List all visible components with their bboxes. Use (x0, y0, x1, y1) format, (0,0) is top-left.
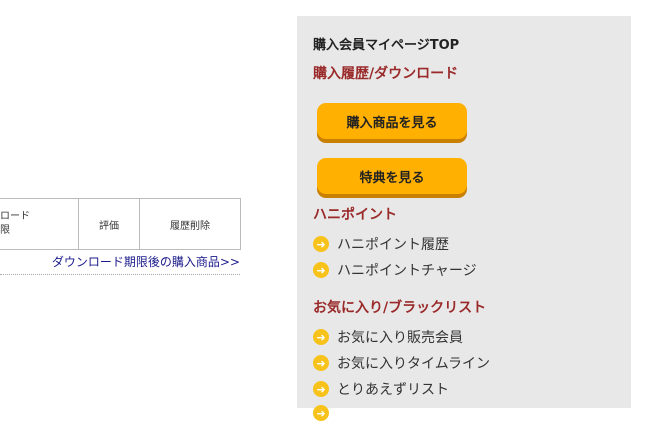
arrow-right-circle-icon: ➜ (313, 355, 329, 371)
purchase-table: ンロード 期限 評価 履歴削除 (0, 198, 241, 250)
point-history-link[interactable]: ➜ ハニポイント履歴 (313, 234, 449, 254)
favorite-timeline-label: お気に入りタイムライン (337, 356, 491, 372)
view-purchases-button[interactable]: 購入商品を見る (317, 103, 467, 139)
favorite-sellers-link[interactable]: ➜ お気に入り販売会員 (313, 327, 463, 347)
arrow-right-circle-icon: ➜ (313, 381, 329, 397)
mypage-sidebar: 購入会員マイページTOP 購入履歴/ダウンロード 購入商品を見る 特典を見る ハ… (297, 16, 631, 421)
wishlist-link[interactable]: ➜ とりあえずリスト (313, 379, 449, 399)
mypage-top-link[interactable]: 購入会員マイページTOP (313, 34, 459, 53)
section-title-favorites-blacklist: お気に入り/ブラックリスト (313, 300, 487, 316)
column-header-delete-history: 履歴削除 (139, 198, 241, 250)
table-header-row: ンロード 期限 評価 履歴削除 (0, 198, 241, 250)
point-charge-link[interactable]: ➜ ハニポイントチャージ (313, 260, 477, 280)
arrow-right-circle-icon: ➜ (313, 236, 329, 252)
favorite-sellers-label: お気に入り販売会員 (337, 330, 463, 346)
column-header-rating: 評価 (78, 198, 140, 250)
column-header-download-deadline: ンロード 期限 (0, 198, 79, 250)
favorite-timeline-link[interactable]: ➜ お気に入りタイムライン (313, 353, 490, 373)
expired-purchases-link[interactable]: ダウンロード期限後の購入商品>> (0, 253, 240, 275)
arrow-right-circle-icon: ➜ (313, 405, 329, 421)
arrow-right-circle-icon: ➜ (313, 262, 329, 278)
column-header-download-line2: 期限 (0, 225, 10, 236)
section-title-honey-points: ハニポイント (313, 207, 397, 223)
next-menu-link-partial[interactable]: ➜ (313, 405, 337, 421)
column-header-download-line1: ンロード (0, 211, 30, 222)
point-history-label: ハニポイント履歴 (337, 237, 449, 253)
section-title-purchase-history: 購入履歴/ダウンロード (313, 66, 459, 82)
view-bonus-button[interactable]: 特典を見る (317, 158, 467, 194)
arrow-right-circle-icon: ➜ (313, 329, 329, 345)
point-charge-label: ハニポイントチャージ (337, 263, 477, 279)
wishlist-label: とりあえずリスト (337, 382, 449, 398)
